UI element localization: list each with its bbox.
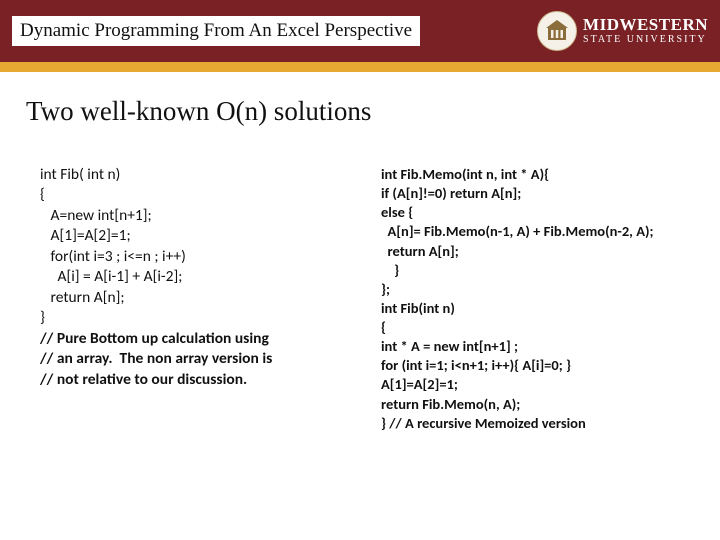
code-line: if (A[n]!=0) return A[n];: [381, 184, 521, 202]
code-line: {: [381, 318, 386, 336]
code-line: A[1]=A[2]=1;: [40, 226, 131, 245]
code-line: }: [381, 261, 399, 279]
code-left-column: int Fib( int n) { A=new int[n+1]; A[1]=A…: [40, 165, 361, 433]
code-line: int Fib( int n): [40, 165, 120, 184]
code-line: for(int i=3 ; i<=n ; i++): [40, 247, 186, 266]
header-bar: Dynamic Programming From An Excel Perspe…: [0, 0, 720, 72]
logo-line1: MIDWESTERN: [583, 17, 708, 33]
logo-seal-icon: [537, 11, 577, 51]
code-right-column: int Fib.Memo(int n, int * A){ if (A[n]!=…: [381, 165, 702, 433]
content-area: int Fib( int n) { A=new int[n+1]; A[1]=A…: [0, 127, 720, 433]
code-line: A[1]=A[2]=1;: [381, 375, 458, 393]
header-title-box: Dynamic Programming From An Excel Perspe…: [12, 16, 420, 46]
code-line: return A[n];: [381, 242, 459, 260]
code-line: int Fib(int n): [381, 299, 455, 317]
code-line: A[n]= Fib.Memo(n-1, A) + Fib.Memo(n-2, A…: [381, 222, 654, 240]
code-line: {: [40, 185, 45, 204]
comment-line: // not relative to our discussion.: [40, 370, 247, 389]
logo-text: MIDWESTERN STATE UNIVERSITY: [583, 17, 708, 45]
code-line: return Fib.Memo(n, A);: [381, 395, 520, 413]
code-line: int Fib.Memo(int n, int * A){: [381, 165, 549, 183]
logo-line2: STATE UNIVERSITY: [583, 35, 708, 45]
code-line: for (int i=1; i<n+1; i++){ A[i]=0; }: [381, 356, 571, 374]
comment-line: // Pure Bottom up calculation using: [40, 329, 269, 348]
university-logo: MIDWESTERN STATE UNIVERSITY: [537, 11, 708, 51]
header-title: Dynamic Programming From An Excel Perspe…: [20, 20, 412, 41]
code-line: A=new int[n+1];: [40, 206, 152, 225]
code-line: };: [381, 280, 390, 298]
code-line: else {: [381, 203, 413, 221]
code-line: return A[n];: [40, 288, 125, 307]
slide-title: Two well-known O(n) solutions: [0, 72, 720, 127]
comment-line: // an array. The non array version is: [40, 349, 272, 368]
code-line: int * A = new int[n+1] ;: [381, 337, 518, 355]
code-line: }: [40, 308, 45, 327]
code-line: A[i] = A[i-1] + A[i-2];: [40, 267, 182, 286]
code-line: } // A recursive Memoized version: [381, 414, 586, 432]
